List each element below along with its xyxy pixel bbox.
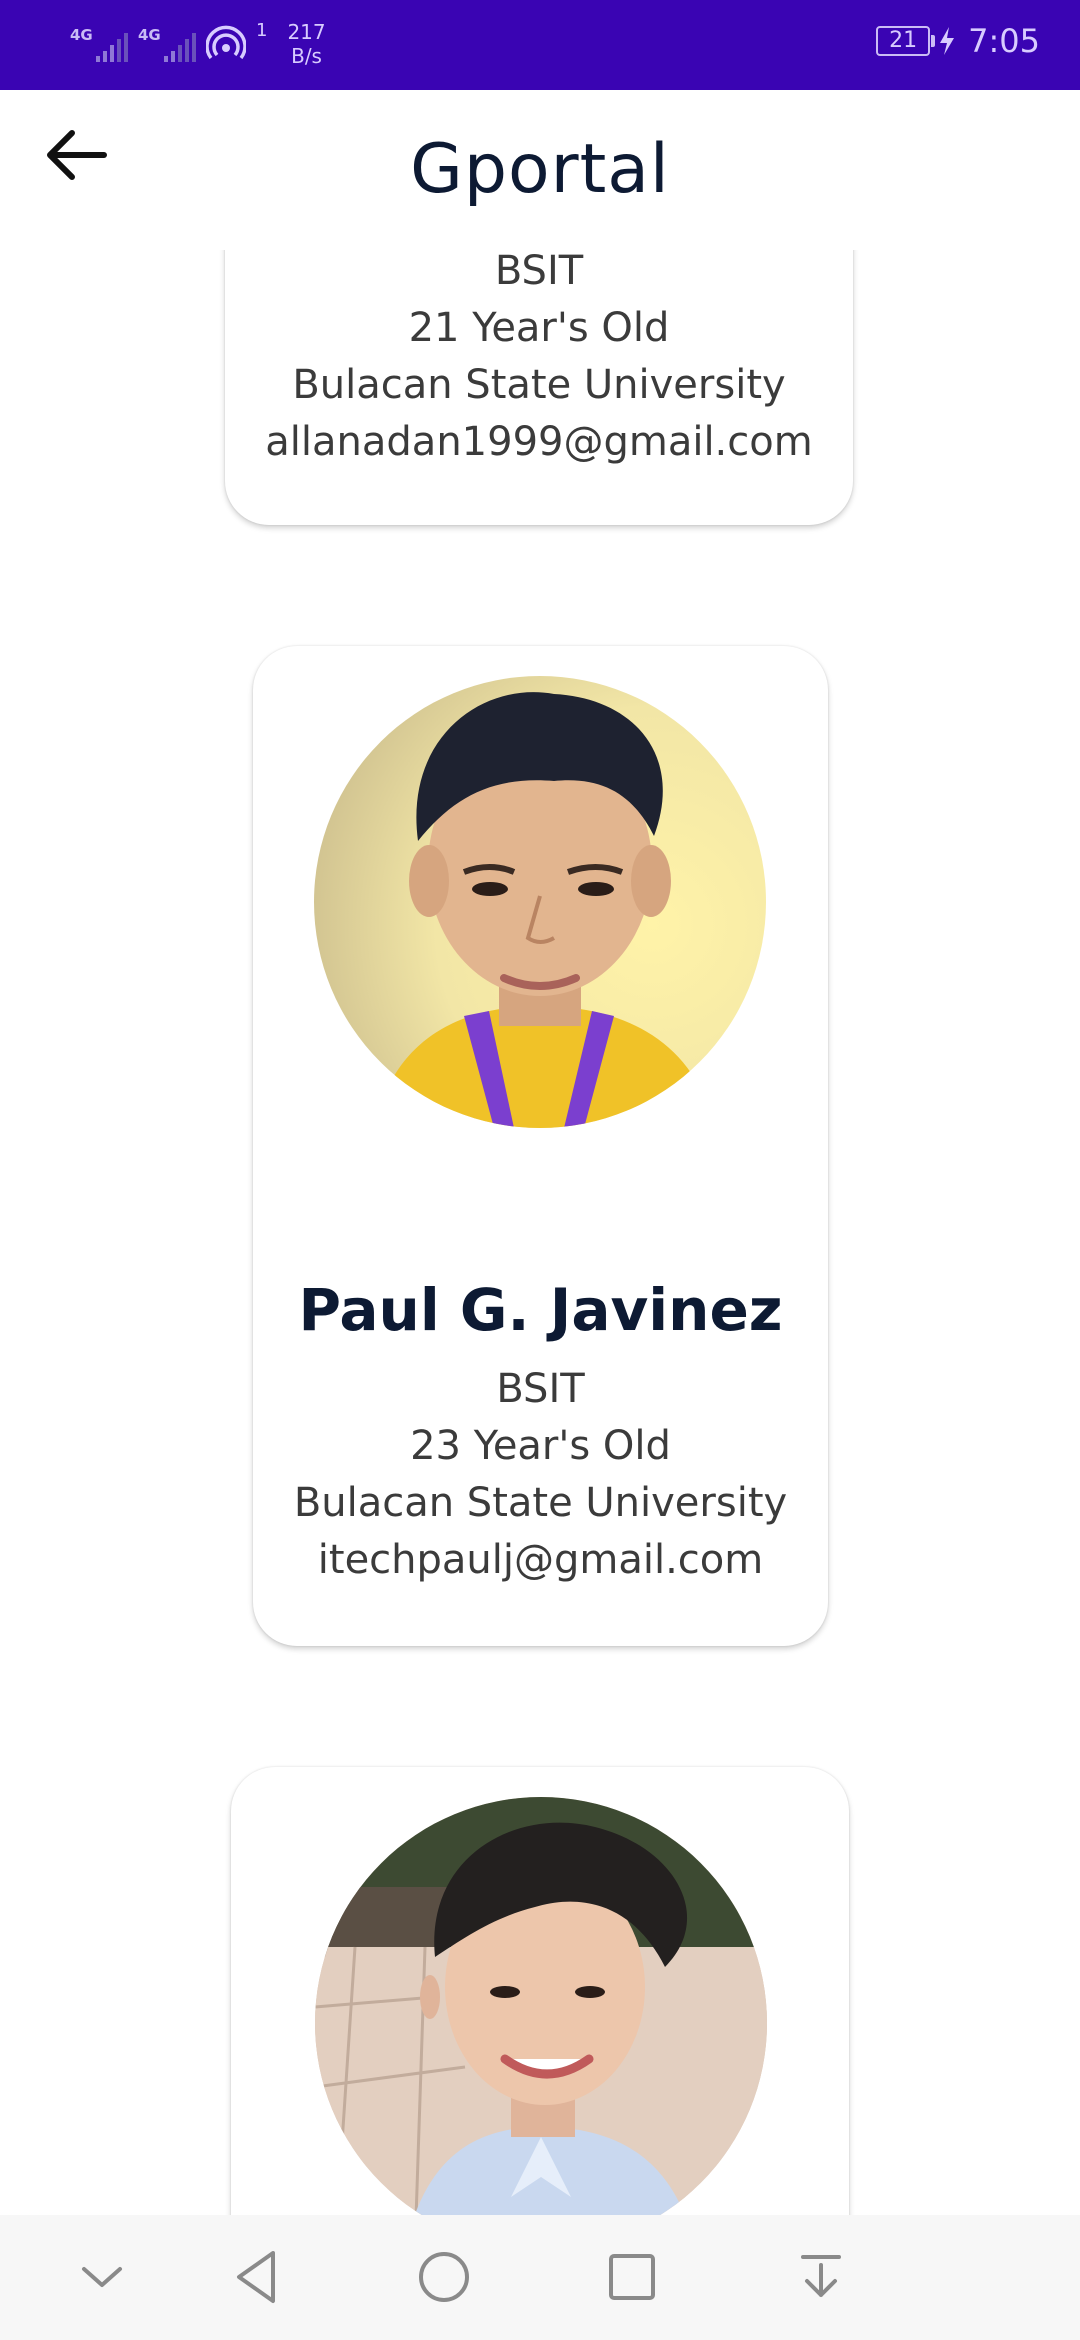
avatar bbox=[314, 676, 766, 1128]
network-type-1: 4G bbox=[70, 26, 93, 44]
page-title: Gportal bbox=[410, 130, 670, 209]
circle-home-icon bbox=[419, 2252, 469, 2302]
profile-list[interactable]: BSIT 21 Year's Old Bulacan State Univers… bbox=[0, 250, 1080, 2215]
chevron-down-icon bbox=[82, 2267, 122, 2287]
nav-collapse-button[interactable] bbox=[62, 2237, 142, 2317]
hotspot-icon bbox=[205, 24, 247, 64]
nav-notifications-button[interactable] bbox=[781, 2237, 861, 2317]
nav-home-button[interactable] bbox=[404, 2237, 484, 2317]
battery-level: 21 bbox=[889, 28, 918, 53]
status-bar: 4G 4G 1 217 B/s 21 7:05 bbox=[0, 0, 1080, 90]
profile-card: BSIT 21 Year's Old Bulacan State Univers… bbox=[225, 250, 853, 525]
profile-course: BSIT bbox=[496, 1366, 585, 1412]
status-time: 7:05 bbox=[968, 22, 1040, 60]
speed-unit: B/s bbox=[291, 44, 322, 68]
profile-school: Bulacan State University bbox=[293, 1480, 788, 1526]
nav-recents-button[interactable] bbox=[592, 2237, 672, 2317]
status-right-group: 21 7:05 bbox=[876, 22, 1040, 60]
status-left-group: 4G 4G 1 217 B/s bbox=[70, 19, 326, 69]
profile-card bbox=[231, 1767, 849, 2215]
pull-down-icon bbox=[801, 2255, 841, 2297]
avatar bbox=[315, 1797, 767, 2215]
network-speed: 217 B/s bbox=[287, 20, 325, 68]
square-recents-icon bbox=[609, 2254, 655, 2300]
profile-age: 21 Year's Old bbox=[408, 305, 670, 351]
profile-course: BSIT bbox=[494, 250, 584, 294]
nav-back-button[interactable] bbox=[217, 2237, 297, 2317]
profile-email: allanadan1999@gmail.com bbox=[265, 419, 813, 465]
profile-email: itechpaulj@gmail.com bbox=[317, 1537, 764, 1583]
profile-card: Paul G. Javinez BSIT 23 Year's Old Bulac… bbox=[253, 646, 828, 1646]
charging-bolt-icon bbox=[940, 27, 955, 55]
signal-1-icon: 4G bbox=[70, 22, 128, 66]
triangle-back-icon bbox=[237, 2251, 275, 2303]
hotspot-count: 1 bbox=[256, 19, 268, 41]
profile-name: Paul G. Javinez bbox=[298, 1276, 783, 1344]
app-bar: Gportal bbox=[0, 90, 1080, 250]
signal-2-icon: 4G bbox=[138, 22, 196, 66]
profile-school: Bulacan State University bbox=[292, 362, 786, 408]
speed-value: 217 bbox=[287, 20, 326, 44]
network-type-2: 4G bbox=[138, 26, 161, 44]
profile-age: 23 Year's Old bbox=[410, 1423, 671, 1469]
battery-icon: 21 bbox=[876, 26, 936, 56]
system-nav-bar bbox=[0, 2215, 1080, 2340]
